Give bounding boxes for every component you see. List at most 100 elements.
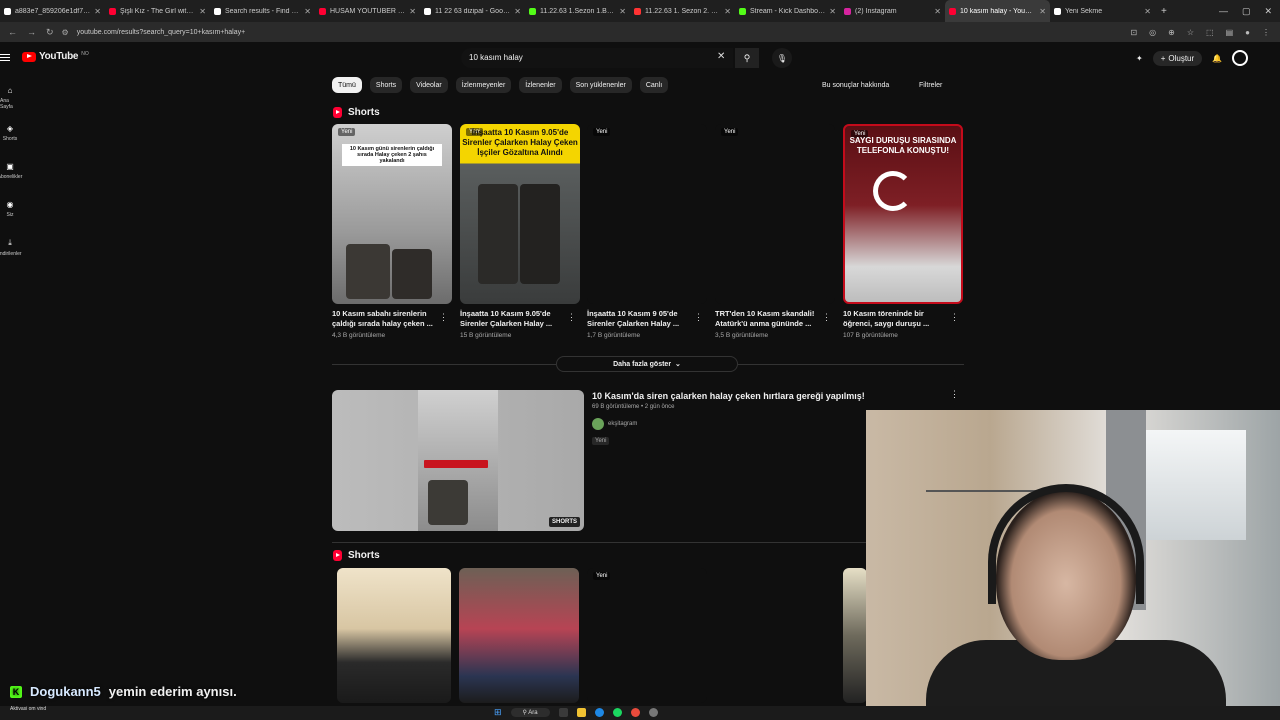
browser-menu-icon[interactable]: ⋮ bbox=[1262, 28, 1270, 37]
short-thumbnail[interactable]: Yeni bbox=[587, 124, 707, 304]
short-thumbnail[interactable] bbox=[337, 568, 451, 703]
guide-item[interactable]: ⤓ İndirilenler bbox=[0, 234, 22, 272]
short-title[interactable]: TRT'den 10 Kasım skandali! Atatürk'ü anm… bbox=[715, 309, 819, 329]
sidebar-icon[interactable]: ▤ bbox=[1226, 28, 1234, 37]
cast-icon[interactable]: ✦ bbox=[1136, 54, 1143, 63]
maximize-icon[interactable]: ▢ bbox=[1242, 6, 1251, 17]
guide-item[interactable]: ⌂ Ana Sayfa bbox=[0, 82, 20, 120]
short-card[interactable] bbox=[337, 568, 457, 703]
more-options-icon[interactable]: ⋮ bbox=[950, 389, 959, 400]
profile-icon[interactable]: ● bbox=[1245, 28, 1250, 37]
filter-chip[interactable]: Tümü bbox=[332, 77, 362, 93]
browser-tab[interactable]: 10 kasım halay - YouTube ✕ bbox=[945, 0, 1050, 22]
edge-icon[interactable] bbox=[594, 708, 604, 717]
short-thumbnail[interactable]: Yeni bbox=[587, 568, 707, 703]
video-title[interactable]: 10 Kasım'da siren çalarken halay çeken h… bbox=[592, 391, 865, 401]
short-title[interactable]: İnşaatta 10 Kasım 9.05'de Sirenler Çalar… bbox=[460, 309, 564, 329]
short-thumbnail[interactable]: Yeni bbox=[715, 124, 835, 304]
browser-tab[interactable]: 11.22.63 1. Sezon 2. Bölüm ✕ bbox=[630, 0, 735, 22]
close-tab-icon[interactable]: ✕ bbox=[1144, 7, 1151, 16]
close-tab-icon[interactable]: ✕ bbox=[409, 7, 416, 16]
browser-tab[interactable]: 11 22 63 dizipal - Google ✕ bbox=[420, 0, 525, 22]
close-tab-icon[interactable]: ✕ bbox=[514, 7, 521, 16]
short-thumbnail[interactable]: Yeni SAYGI DURUŞU SIRASINDA TELEFONLA KON… bbox=[843, 124, 963, 304]
browser-tab[interactable]: Search results - Find Case...✕ bbox=[210, 0, 315, 22]
clear-search-icon[interactable]: ✕ bbox=[717, 51, 725, 62]
filter-chip[interactable]: Canlı bbox=[639, 77, 669, 93]
install-icon[interactable]: ⊡ bbox=[1130, 28, 1137, 37]
filter-chip[interactable]: İzlenenler bbox=[519, 77, 562, 93]
avatar[interactable] bbox=[1232, 50, 1249, 66]
short-card[interactable]: Yeni SAYGI DURUŞU SIRASINDA TELEFONLA KON… bbox=[843, 124, 963, 339]
short-thumbnail[interactable]: Yeni İnşaatta 10 Kasım 9.05'de Sirenler Ç… bbox=[460, 124, 580, 304]
search-input[interactable]: 10 kasım halay bbox=[461, 48, 733, 68]
more-options-icon[interactable]: ⋮ bbox=[439, 312, 448, 323]
filter-chip[interactable]: Shorts bbox=[369, 77, 403, 93]
close-tab-icon[interactable]: ✕ bbox=[304, 7, 311, 16]
forward-icon[interactable]: → bbox=[27, 27, 36, 38]
video-thumbnail[interactable]: SHORTS bbox=[332, 390, 584, 531]
more-options-icon[interactable]: ⋮ bbox=[950, 312, 959, 323]
short-card[interactable]: Yeni İnşaatta 10 Kasım 9 05'de Sirenler Ç… bbox=[587, 124, 707, 339]
filter-chip[interactable]: İzlenmeyenler bbox=[455, 77, 512, 93]
video-channel[interactable]: ekşitagram bbox=[592, 418, 637, 430]
short-thumbnail[interactable] bbox=[459, 568, 579, 703]
windows-start-icon[interactable]: ⊞ bbox=[494, 707, 502, 718]
short-card[interactable]: Yeni 10 Kasım günü sirenlerin çaldığı sır… bbox=[332, 124, 452, 339]
short-card[interactable] bbox=[459, 568, 579, 703]
guide-item[interactable]: ◈ Shorts bbox=[0, 120, 20, 158]
short-thumbnail[interactable]: Yeni 10 Kasım günü sirenlerin çaldığı sır… bbox=[332, 124, 452, 304]
close-tab-icon[interactable]: ✕ bbox=[1039, 7, 1046, 16]
short-thumbnail[interactable] bbox=[843, 568, 867, 703]
show-more-button[interactable]: Daha fazla göster ⌄ bbox=[556, 356, 738, 372]
more-options-icon[interactable]: ⋮ bbox=[694, 312, 703, 323]
browser-tab[interactable]: Şişli Kız - The Girl with the... ✕ bbox=[105, 0, 210, 22]
channel-name[interactable]: ekşitagram bbox=[608, 421, 637, 427]
close-tab-icon[interactable]: ✕ bbox=[724, 7, 731, 16]
search-button[interactable]: ⚲ bbox=[735, 48, 759, 68]
create-button[interactable]: + Oluştur bbox=[1152, 50, 1203, 66]
voice-search-button[interactable]: 🎙 bbox=[772, 48, 792, 68]
url-field[interactable]: youtube.com/results?search_query=10+kası… bbox=[77, 29, 246, 36]
close-tab-icon[interactable]: ✕ bbox=[829, 7, 836, 16]
guide-item[interactable]: ◉ Siz bbox=[0, 196, 20, 234]
bell-icon[interactable]: 🔔 bbox=[1212, 54, 1222, 63]
short-title[interactable]: 10 Kasım sabahı sirenlerin çaldığı sırad… bbox=[332, 309, 436, 329]
browser-tab[interactable]: (2) Instagram ✕ bbox=[840, 0, 945, 22]
browser-tab[interactable]: Yeni Sekme ✕ bbox=[1050, 0, 1155, 22]
youtube-logo[interactable]: YouTube NO bbox=[22, 51, 89, 62]
browser-tab[interactable]: a883e7_859206e1df7640... ✕ bbox=[0, 0, 105, 22]
hamburger-menu-icon[interactable] bbox=[0, 52, 10, 63]
filters-button[interactable]: Filtreler bbox=[919, 82, 942, 89]
short-title[interactable]: 10 Kasım töreninde bir öğrenci, saygı du… bbox=[843, 309, 947, 329]
filter-chip[interactable]: Son yüklenenler bbox=[569, 77, 632, 93]
filter-chip[interactable]: Videolar bbox=[410, 77, 448, 93]
taskbar-search[interactable]: ⚲ Ara bbox=[510, 708, 550, 717]
zoom-icon[interactable]: ⊕ bbox=[1168, 28, 1175, 37]
minimize-icon[interactable]: — bbox=[1219, 6, 1228, 17]
short-card[interactable]: Yeni bbox=[587, 568, 707, 703]
close-tab-icon[interactable]: ✕ bbox=[94, 7, 101, 16]
star-icon[interactable]: ☆ bbox=[1187, 28, 1194, 37]
chrome-icon[interactable] bbox=[630, 708, 640, 717]
more-options-icon[interactable]: ⋮ bbox=[567, 312, 576, 323]
close-tab-icon[interactable]: ✕ bbox=[934, 7, 941, 16]
short-card[interactable]: Yeni TRT'den 10 Kasım skandali! Atatürk'ü… bbox=[715, 124, 835, 339]
short-title[interactable]: İnşaatta 10 Kasım 9 05'de Sirenler Çalar… bbox=[587, 309, 691, 329]
channel-avatar[interactable] bbox=[592, 418, 604, 430]
site-info-icon[interactable]: ⚙ bbox=[62, 28, 69, 37]
more-options-icon[interactable]: ⋮ bbox=[822, 312, 831, 323]
task-view-icon[interactable] bbox=[558, 708, 568, 717]
reload-icon[interactable]: ↻ bbox=[46, 27, 54, 38]
spotify-icon[interactable] bbox=[612, 708, 622, 717]
browser-tab[interactable]: HUSAM YOUTUBER TER... ✕ bbox=[315, 0, 420, 22]
about-results-link[interactable]: Bu sonuçlar hakkında bbox=[822, 82, 889, 89]
browser-tab[interactable]: Stream - Kick Dashboard ✕ bbox=[735, 0, 840, 22]
close-tab-icon[interactable]: ✕ bbox=[619, 7, 626, 16]
obs-icon[interactable] bbox=[648, 708, 658, 717]
short-card[interactable]: Yeni İnşaatta 10 Kasım 9.05'de Sirenler Ç… bbox=[460, 124, 580, 339]
eye-icon[interactable]: ◎ bbox=[1149, 28, 1156, 37]
close-window-icon[interactable]: ✕ bbox=[1264, 6, 1272, 17]
guide-item[interactable]: ▣ Abonelikler bbox=[0, 158, 22, 196]
file-explorer-icon[interactable] bbox=[576, 708, 586, 717]
